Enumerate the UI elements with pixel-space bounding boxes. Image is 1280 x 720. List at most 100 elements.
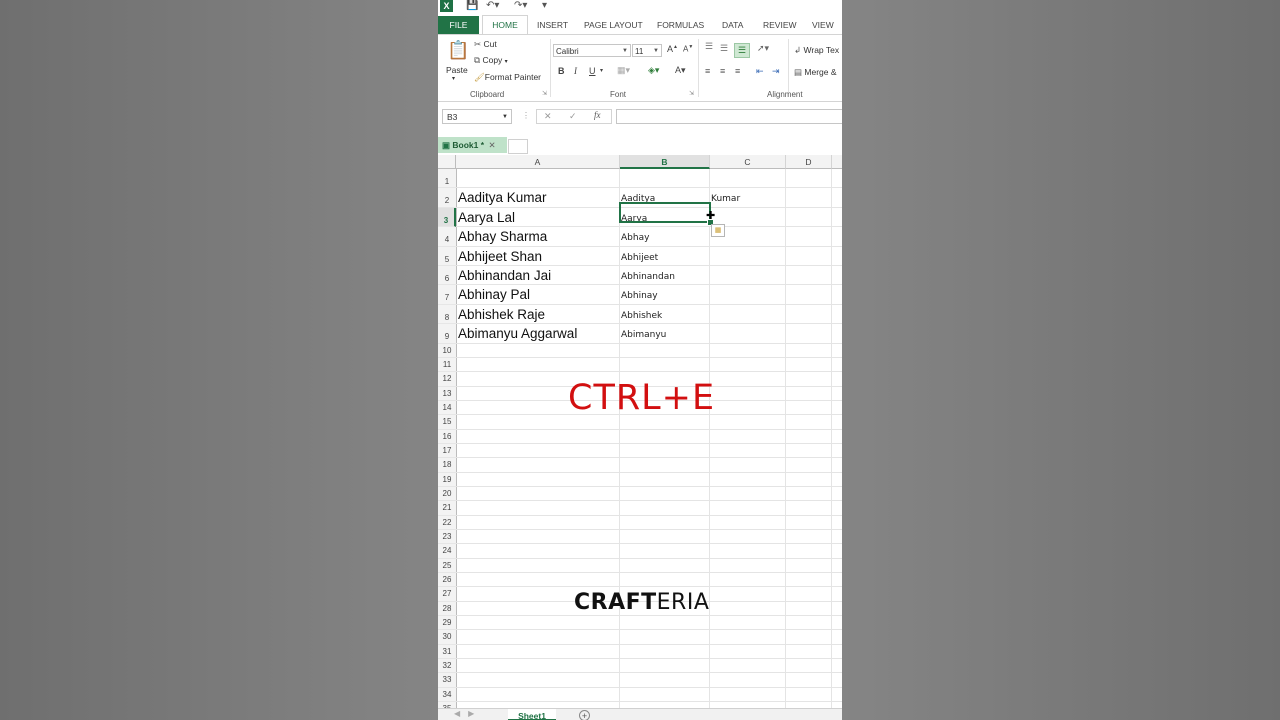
column-header-d[interactable]: D: [786, 155, 832, 169]
font-launcher-icon[interactable]: ⇲: [689, 90, 694, 97]
row-header[interactable]: 29: [438, 615, 456, 631]
decrease-font-icon[interactable]: A▼: [683, 44, 693, 54]
row-header[interactable]: 11: [438, 357, 456, 373]
row-header[interactable]: 31: [438, 644, 456, 659]
row-header[interactable]: 5: [438, 246, 456, 266]
redo-icon[interactable]: ↷▾: [514, 0, 527, 11]
align-left-icon[interactable]: ≡: [705, 66, 710, 76]
row-header[interactable]: 25: [438, 558, 456, 573]
new-tab-placeholder[interactable]: [508, 139, 528, 154]
name-box[interactable]: B3 ▼: [442, 109, 512, 124]
tab-view[interactable]: VIEW: [812, 16, 834, 34]
row-header[interactable]: 23: [438, 529, 456, 545]
row-header[interactable]: 34: [438, 687, 456, 702]
italic-button[interactable]: I: [574, 66, 577, 76]
wrap-text-button[interactable]: ↲ Wrap Tex: [794, 45, 839, 56]
underline-dropdown-icon[interactable]: ▾: [600, 67, 603, 74]
row-header[interactable]: 14: [438, 400, 456, 416]
cell-a[interactable]: Abhinay Pal: [458, 287, 530, 302]
formula-input[interactable]: [616, 109, 842, 124]
cell-b[interactable]: Abimanyu: [621, 330, 666, 340]
cell-a[interactable]: Abhijeet Shan: [458, 249, 542, 264]
underline-button[interactable]: U: [589, 66, 596, 76]
row-header[interactable]: 30: [438, 630, 456, 645]
align-middle-icon[interactable]: ☰: [720, 43, 728, 54]
row-header[interactable]: 8: [438, 304, 456, 325]
row-header[interactable]: 3: [438, 207, 456, 228]
align-right-icon[interactable]: ≡: [735, 66, 740, 76]
cell-a[interactable]: Abhay Sharma: [458, 229, 547, 244]
row-header[interactable]: 22: [438, 515, 456, 530]
cell-b[interactable]: Abhay: [621, 233, 649, 243]
column-header-b[interactable]: B: [620, 155, 710, 169]
cell-a[interactable]: Abhinandan Jai: [458, 268, 551, 283]
row-header[interactable]: 4: [438, 227, 456, 247]
column-header-c[interactable]: C: [710, 155, 786, 169]
select-all-corner[interactable]: [438, 155, 456, 169]
cell-a[interactable]: Abhishek Raje: [458, 307, 545, 322]
workbook-tab[interactable]: ▣ Book1 * ✕: [438, 137, 507, 153]
row-header[interactable]: 19: [438, 472, 456, 487]
row-header[interactable]: 20: [438, 486, 456, 502]
font-size-select[interactable]: 11 ▼: [632, 44, 662, 57]
undo-icon[interactable]: ↶▾: [486, 0, 499, 11]
merge-center-button[interactable]: ▤ Merge &: [794, 67, 837, 78]
row-header[interactable]: 10: [438, 343, 456, 358]
cell-c[interactable]: Kumar: [711, 194, 740, 204]
cell-b[interactable]: Abhinay: [621, 291, 658, 301]
paste-dropdown-icon[interactable]: ▾: [452, 75, 455, 82]
row-header[interactable]: 21: [438, 501, 456, 516]
row-header[interactable]: 15: [438, 415, 456, 430]
row-header[interactable]: 32: [438, 658, 456, 674]
row-header[interactable]: 33: [438, 673, 456, 688]
increase-indent-icon[interactable]: ⇥: [772, 66, 780, 77]
sheet-nav-arrows-icon[interactable]: ◀▶: [454, 709, 482, 718]
font-name-select[interactable]: Calibri ▼: [553, 44, 631, 57]
row-header[interactable]: 2: [438, 188, 456, 208]
row-header[interactable]: 17: [438, 443, 456, 459]
cancel-icon[interactable]: ✕: [544, 111, 552, 122]
insert-function-button[interactable]: fx: [594, 110, 601, 120]
column-header-e[interactable]: [832, 155, 842, 169]
format-painter-button[interactable]: 🖌Format Painter: [474, 72, 541, 83]
font-color-icon[interactable]: A▾: [675, 65, 686, 76]
decrease-indent-icon[interactable]: ⇤: [756, 66, 764, 77]
save-icon[interactable]: 💾: [466, 0, 478, 11]
row-header[interactable]: 13: [438, 386, 456, 401]
row-header[interactable]: 1: [438, 169, 456, 189]
enter-icon[interactable]: ✓: [569, 111, 577, 122]
tab-home[interactable]: HOME: [482, 15, 528, 36]
row-header[interactable]: 18: [438, 458, 456, 473]
cell-a[interactable]: Aarya Lal: [458, 210, 515, 225]
copy-button[interactable]: ⧉ Copy ▾: [474, 55, 508, 66]
tab-page-layout[interactable]: PAGE LAYOUT: [584, 16, 643, 34]
tab-data[interactable]: DATA: [722, 16, 743, 34]
tab-review[interactable]: REVIEW: [763, 16, 797, 34]
fill-color-icon[interactable]: ◈▾: [648, 65, 659, 76]
row-header[interactable]: 7: [438, 285, 456, 305]
tab-file[interactable]: FILE: [438, 16, 479, 34]
paste-icon[interactable]: 📋: [447, 40, 469, 61]
row-header[interactable]: 27: [438, 587, 456, 602]
row-header[interactable]: 28: [438, 601, 456, 616]
row-header[interactable]: 16: [438, 429, 456, 444]
tab-formulas[interactable]: FORMULAS: [657, 16, 704, 34]
column-header-a[interactable]: A: [456, 155, 620, 169]
increase-font-icon[interactable]: A▲: [667, 44, 678, 54]
flash-fill-options-icon[interactable]: ▦: [711, 224, 725, 237]
spreadsheet-grid[interactable]: A B C D 1 2 Aaditya Kumar Aaditya Kumar 3 Aary…: [438, 155, 842, 708]
align-center-icon[interactable]: ≡: [720, 66, 725, 76]
row-header[interactable]: 12: [438, 372, 456, 387]
align-top-icon[interactable]: ☰: [705, 41, 713, 52]
row-header[interactable]: 24: [438, 544, 456, 559]
row-header[interactable]: 9: [438, 324, 456, 344]
add-sheet-icon[interactable]: +: [579, 710, 590, 720]
clipboard-launcher-icon[interactable]: ⇲: [542, 90, 547, 97]
sheet-tab-sheet1[interactable]: Sheet1: [508, 709, 556, 720]
cell-a[interactable]: Abimanyu Aggarwal: [458, 326, 577, 341]
close-icon[interactable]: ✕: [488, 140, 495, 150]
borders-icon[interactable]: ▦▾: [617, 65, 630, 76]
cell-b[interactable]: Abhijeet: [621, 253, 658, 263]
cell-a[interactable]: Aaditya Kumar: [458, 190, 547, 205]
row-header[interactable]: 6: [438, 266, 456, 286]
